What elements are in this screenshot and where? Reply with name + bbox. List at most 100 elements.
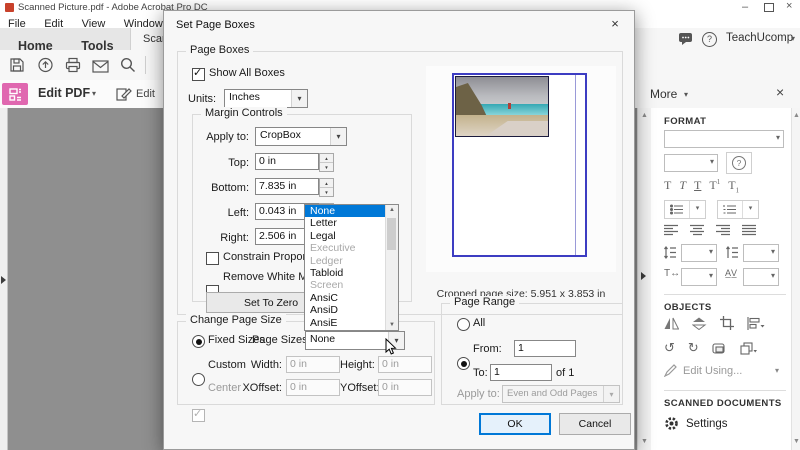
show-all-boxes-label: Show All Boxes <box>209 67 285 79</box>
top-margin-label: Top: <box>228 157 249 169</box>
all-pages-radio[interactable] <box>457 318 470 331</box>
page-size-option[interactable]: AnsiC <box>305 292 385 304</box>
crop-icon[interactable] <box>720 316 734 330</box>
replace-image-icon[interactable] <box>712 342 727 355</box>
from-input[interactable]: 1 <box>514 340 576 357</box>
fixed-sizes-radio[interactable] <box>192 335 205 348</box>
page-size-option[interactable]: Letter <box>305 217 385 229</box>
bottom-margin-input[interactable]: 7.835 in <box>255 178 319 195</box>
right-margin-label: Right: <box>220 232 249 244</box>
height-input[interactable]: 0 in <box>378 356 432 373</box>
dropdown-scrollbar[interactable]: ▲ ▼ <box>385 205 398 330</box>
font-size-select[interactable]: ▾ <box>664 154 718 172</box>
page-size-option[interactable]: Tabloid <box>305 267 385 279</box>
close-window-button[interactable]: × <box>786 1 792 12</box>
cancel-button[interactable]: Cancel <box>559 413 631 435</box>
bold-icon[interactable]: T <box>664 178 671 194</box>
scroll-up-icon[interactable]: ▲ <box>641 112 648 119</box>
bullet-list-button[interactable]: ▾ <box>664 200 706 219</box>
page-sizes-label: Page Sizes: <box>252 334 311 346</box>
page-size-option[interactable]: Screen <box>305 279 385 291</box>
nav-pane-expand-icon[interactable] <box>1 276 6 284</box>
page-size-option[interactable]: AnsiE <box>305 317 385 329</box>
panel-scroll-down-icon[interactable]: ▼ <box>793 438 800 445</box>
dialog-close-icon[interactable]: × <box>604 15 626 33</box>
restore-button[interactable] <box>764 3 774 12</box>
align-right-icon[interactable] <box>716 224 731 236</box>
share-upload-icon[interactable] <box>36 56 54 74</box>
panel-scrollbar[interactable]: ▲ ▼ <box>791 108 800 450</box>
xoffset-input[interactable]: 0 in <box>286 379 340 396</box>
print-icon[interactable] <box>64 56 82 74</box>
show-all-boxes-checkbox[interactable] <box>192 66 205 81</box>
top-margin-input[interactable]: 0 in <box>255 153 319 170</box>
rotate-ccw-icon[interactable]: ↺ <box>664 340 675 356</box>
page-size-option[interactable]: Executive <box>305 242 385 254</box>
dropdown-scroll-up-icon[interactable]: ▲ <box>386 207 398 213</box>
help-icon[interactable]: ? <box>702 32 717 47</box>
edit-pdf-label[interactable]: Edit PDF <box>38 86 90 100</box>
superscript-icon[interactable]: T1 <box>709 178 720 194</box>
edit-using-label: Edit Using... <box>683 364 743 377</box>
flip-vertical-icon[interactable] <box>692 317 707 330</box>
line-spacing-select[interactable]: ▾ <box>681 244 717 262</box>
width-input[interactable]: 0 in <box>286 356 340 373</box>
minimize-button[interactable]: – <box>742 2 748 13</box>
to-label: To: <box>473 367 488 379</box>
custom-radio[interactable] <box>192 373 205 386</box>
center-checkbox[interactable] <box>192 407 205 422</box>
apply-to-select[interactable]: CropBox ▾ <box>255 127 347 146</box>
horizontal-scale-select[interactable]: ▾ <box>681 268 717 286</box>
edit-tool-icon[interactable] <box>116 86 132 102</box>
scroll-down-icon[interactable]: ▼ <box>641 438 648 445</box>
panel-scroll-up-icon[interactable]: ▲ <box>793 112 800 119</box>
char-spacing-select[interactable]: ▾ <box>743 268 779 286</box>
edit-label[interactable]: Edit <box>136 88 155 100</box>
number-list-icon <box>718 201 742 218</box>
close-panel-icon[interactable]: × <box>776 84 784 100</box>
panel-collapse-icon[interactable] <box>641 272 646 280</box>
flip-horizontal-icon[interactable] <box>664 317 679 330</box>
save-icon[interactable] <box>8 56 26 74</box>
page-size-option[interactable]: None <box>305 205 385 218</box>
rotate-cw-icon[interactable]: ↻ <box>688 340 699 356</box>
page-size-option[interactable]: Ledger <box>305 255 385 267</box>
top-margin-spinner[interactable]: ▲ ▼ <box>319 153 334 172</box>
page-size-option[interactable]: AnsiD <box>305 304 385 316</box>
paragraph-spacing-select[interactable]: ▾ <box>743 244 779 262</box>
comment-bubble-icon[interactable] <box>678 32 693 45</box>
range-apply-to-select[interactable]: Even and Odd Pages ▾ <box>502 385 620 403</box>
font-help-button[interactable]: ? <box>726 152 752 174</box>
align-left-icon[interactable] <box>664 224 679 236</box>
account-caret-icon: ▾ <box>791 34 796 43</box>
align-objects-icon[interactable] <box>747 316 765 330</box>
from-radio[interactable] <box>457 357 470 370</box>
page-size-option[interactable]: Legal <box>305 230 385 242</box>
horizontal-scale-icon: T↔ <box>664 268 681 279</box>
constrain-proportions-checkbox[interactable] <box>206 252 219 265</box>
page-range-group: Page Range All From: 1 To: 1 of 1 Apply … <box>441 296 623 405</box>
dropdown-scroll-thumb[interactable] <box>387 218 396 250</box>
edit-pdf-tool-icon[interactable] <box>2 83 28 105</box>
subscript-icon[interactable]: T1 <box>728 178 739 194</box>
bottom-margin-spinner[interactable]: ▲ ▼ <box>319 178 334 197</box>
email-icon[interactable] <box>91 57 109 75</box>
edit-using-button[interactable]: Edit Using... <box>664 364 742 377</box>
italic-icon[interactable]: T <box>679 178 686 194</box>
number-list-button[interactable]: ▾ <box>717 200 759 219</box>
settings-button[interactable]: Settings <box>664 416 728 431</box>
units-select[interactable]: Inches ▾ <box>224 89 308 108</box>
account-menu[interactable]: TeachUcomp <box>726 32 793 44</box>
yoffset-input[interactable]: 0 in <box>378 379 432 396</box>
underline-icon[interactable]: T <box>694 178 701 194</box>
arrange-icon[interactable] <box>740 341 757 355</box>
dropdown-scroll-down-icon[interactable]: ▼ <box>386 322 398 328</box>
font-family-select[interactable]: ▾ <box>664 130 784 148</box>
to-input[interactable]: 1 <box>490 364 552 381</box>
ok-button[interactable]: OK <box>479 413 551 435</box>
align-center-icon[interactable] <box>690 224 705 236</box>
align-justify-icon[interactable] <box>742 224 757 236</box>
search-icon[interactable] <box>119 56 137 74</box>
more-button[interactable]: More <box>650 87 677 101</box>
set-page-boxes-dialog: Set Page Boxes × Page Boxes Show All Box… <box>163 10 635 450</box>
